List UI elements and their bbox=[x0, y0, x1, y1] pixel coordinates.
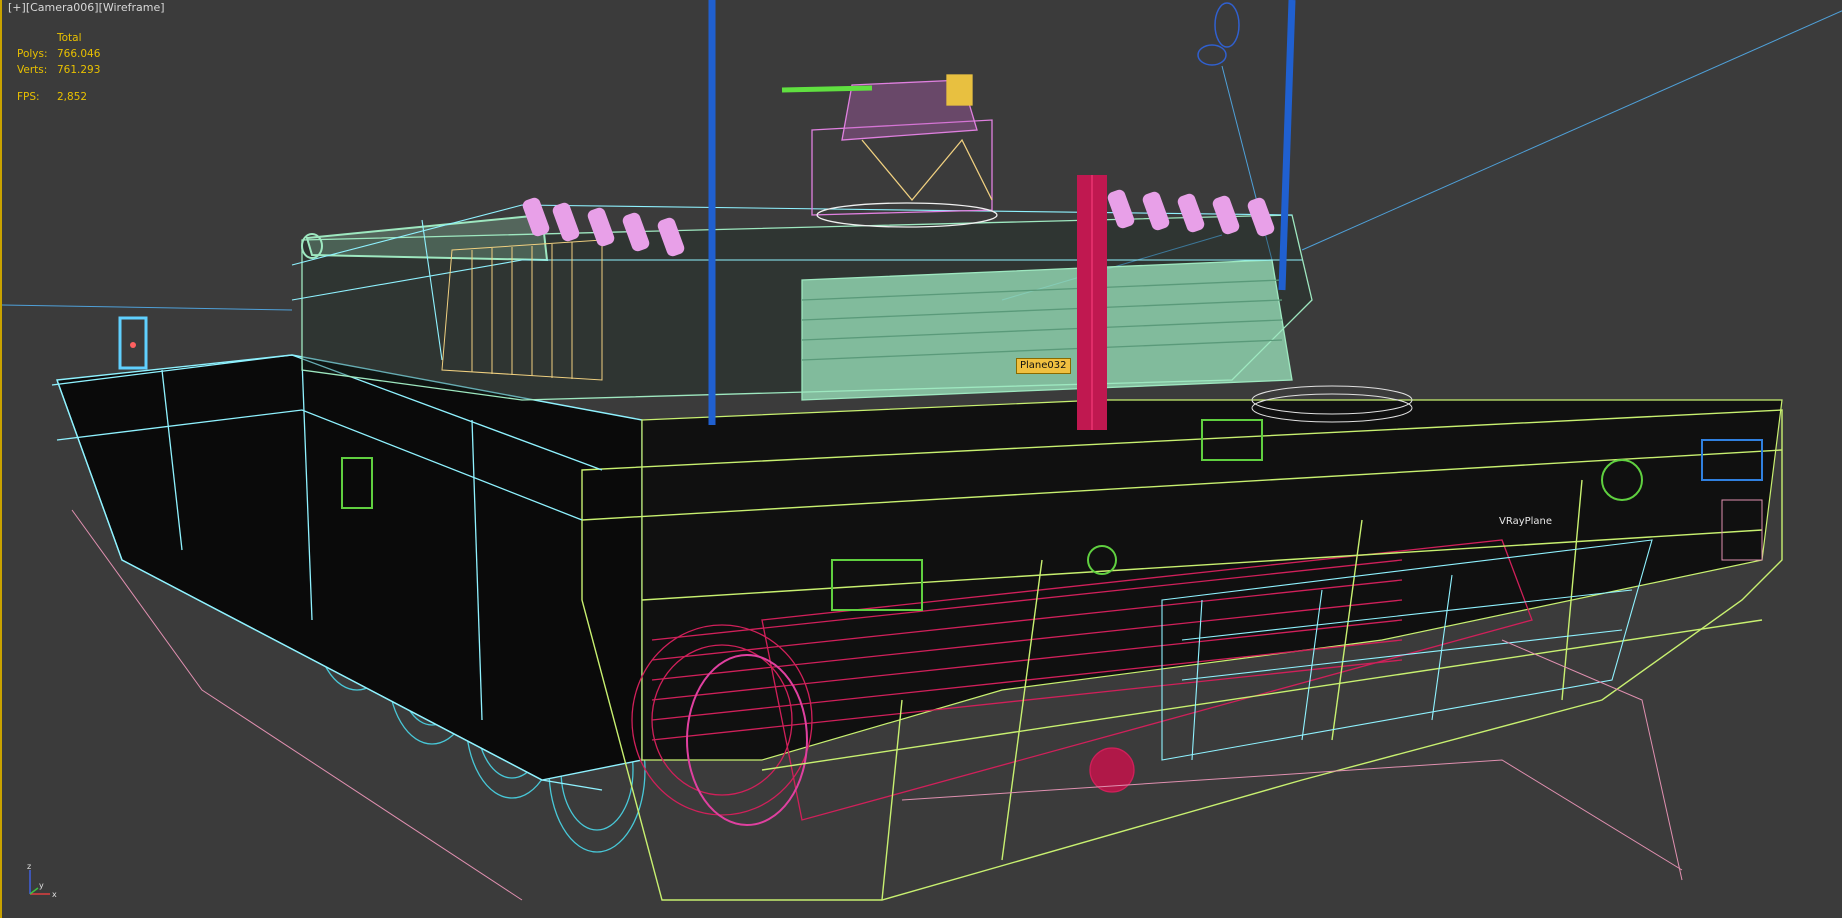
stats-header: Total bbox=[57, 32, 82, 44]
wireframe-tank-scene[interactable] bbox=[2, 0, 1842, 918]
verts-value: 761.293 bbox=[57, 64, 101, 76]
hull-dark-body bbox=[56, 354, 643, 781]
axis-x-label: x bbox=[52, 890, 57, 899]
viewport-label[interactable]: [+][Camera006][Wireframe] bbox=[8, 1, 165, 14]
viewport-menu[interactable]: [+] bbox=[8, 1, 26, 14]
3d-viewport[interactable]: [+][Camera006][Wireframe] Total Polys: 76… bbox=[0, 0, 1842, 918]
polys-label: Polys: bbox=[17, 48, 48, 60]
polys-value: 766.046 bbox=[57, 48, 101, 60]
antenna-mount bbox=[1197, 2, 1240, 66]
rear-light-dot bbox=[130, 342, 136, 348]
crimson-pillar bbox=[1077, 175, 1107, 430]
ground-object-label[interactable]: VRayPlane bbox=[1496, 515, 1555, 529]
camera-label[interactable]: [Camera006] bbox=[26, 1, 99, 14]
shading-mode-label[interactable]: [Wireframe] bbox=[99, 1, 165, 14]
axis-gizmo: x y z bbox=[27, 862, 57, 899]
verts-label: Verts: bbox=[17, 64, 48, 76]
selected-object-label[interactable]: Plane032 bbox=[1016, 358, 1071, 374]
scene-statistics: Total Polys: 766.046 Verts: 761.293 FPS: 2,… bbox=[17, 30, 137, 105]
axis-z-label: z bbox=[27, 862, 31, 871]
remote-weapon-station bbox=[781, 74, 998, 228]
fps-label: FPS: bbox=[17, 91, 40, 103]
fps-value: 2,852 bbox=[57, 91, 88, 103]
axis-y-label: y bbox=[39, 881, 44, 890]
